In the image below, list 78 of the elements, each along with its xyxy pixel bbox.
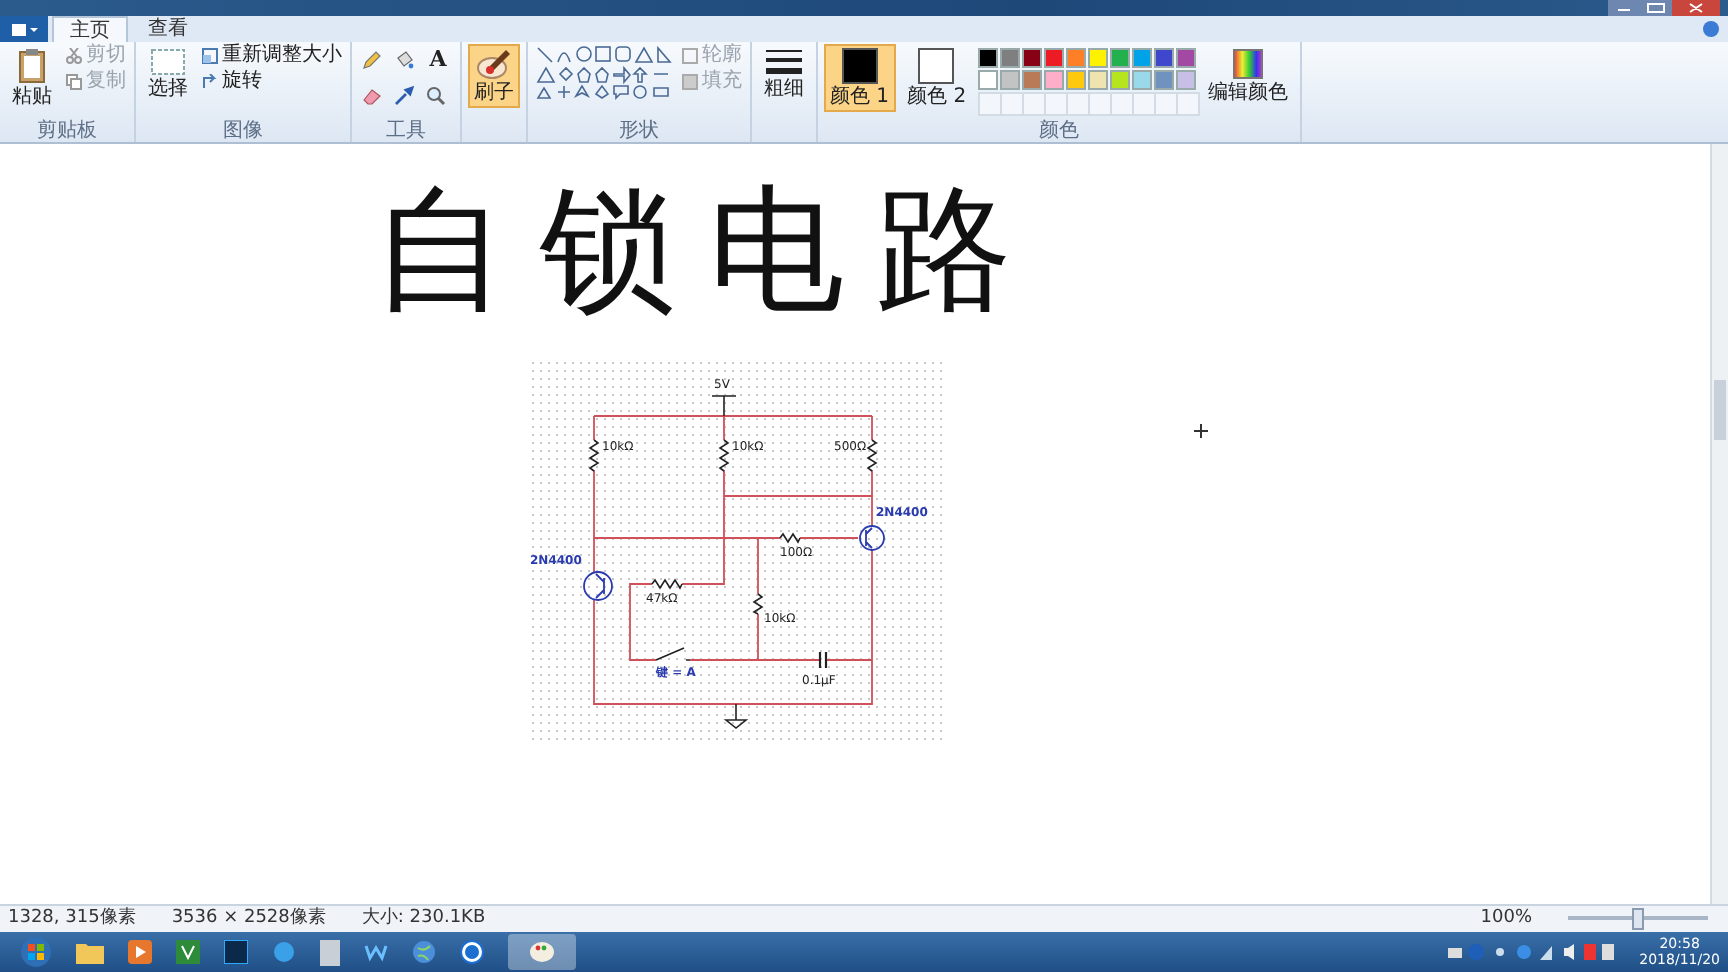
- clipboard-icon: [18, 48, 46, 84]
- document-icon[interactable]: [320, 939, 340, 965]
- fill-icon: [682, 74, 698, 90]
- color-swatch[interactable]: [1132, 70, 1153, 90]
- paste-button[interactable]: 粘贴: [6, 44, 58, 112]
- color-swatch[interactable]: [1022, 48, 1043, 68]
- color-slot-button[interactable]: 颜色 1: [824, 44, 896, 112]
- text-tool-button[interactable]: A: [426, 50, 450, 70]
- eraser-icon[interactable]: [362, 86, 382, 106]
- crosshair-cursor-icon: [1194, 424, 1208, 438]
- app-icon[interactable]: [460, 940, 484, 964]
- file-menu-button[interactable]: [0, 16, 48, 42]
- outline-icon: [682, 48, 698, 64]
- brush-icon: [476, 48, 512, 80]
- menu-icon: [10, 21, 38, 37]
- edit-colors-button[interactable]: 编辑颜色: [1202, 44, 1295, 108]
- app-icon[interactable]: [364, 940, 388, 964]
- color-swatch[interactable]: [1154, 70, 1175, 90]
- scissors-icon: [66, 48, 82, 64]
- pencil-icon[interactable]: [362, 50, 382, 70]
- color-swatch[interactable]: [1000, 48, 1021, 68]
- file-size: 大小: 230.1KB: [361, 908, 486, 930]
- color-swatch[interactable]: [1000, 70, 1021, 90]
- media-player-icon[interactable]: [128, 940, 152, 964]
- color-swatch[interactable]: [1176, 70, 1197, 90]
- group-label: 剪贴板: [35, 120, 99, 142]
- color-swatch[interactable]: [1088, 70, 1109, 90]
- color-swatch[interactable]: [1044, 70, 1065, 90]
- group-label: 颜色: [1037, 120, 1082, 142]
- photo-editor-icon[interactable]: [224, 940, 248, 964]
- folder-icon[interactable]: [76, 940, 104, 964]
- color-swatch[interactable]: [1154, 48, 1175, 68]
- color-swatch[interactable]: [978, 48, 999, 68]
- resize-icon: [202, 48, 218, 64]
- color-swatch[interactable]: [1066, 48, 1087, 68]
- paint-palette-icon: [528, 940, 556, 964]
- rotate-button[interactable]: 旋转: [200, 70, 344, 94]
- color-swatch[interactable]: [1044, 48, 1065, 68]
- rotate-icon: [202, 74, 218, 90]
- color-swatch[interactable]: [1110, 48, 1131, 68]
- color-swatch[interactable]: [1110, 70, 1131, 90]
- color-picker-icon[interactable]: [394, 86, 414, 106]
- ribbon-tab[interactable]: 主页: [52, 16, 128, 42]
- vertical-scrollbar[interactable]: [1710, 144, 1728, 904]
- ribbon-tab[interactable]: 查看: [132, 16, 204, 42]
- resize-button[interactable]: 重新调整大小: [200, 44, 344, 68]
- window-controls-icon[interactable]: [1608, 0, 1720, 16]
- copy-icon: [66, 74, 82, 90]
- color-swatch[interactable]: [1066, 70, 1087, 90]
- rainbow-palette-icon: [1232, 48, 1265, 80]
- zoom-slider-thumb[interactable]: [1632, 908, 1644, 930]
- magnifier-icon[interactable]: [426, 86, 446, 106]
- system-tray-icons[interactable]: [1447, 942, 1616, 962]
- color-swatch[interactable]: [1132, 48, 1153, 68]
- globe-icon[interactable]: [412, 940, 436, 964]
- color-slot-button[interactable]: 颜色 2: [901, 44, 973, 112]
- line-width-icon: [766, 48, 802, 76]
- paint-taskbar-button[interactable]: [508, 934, 576, 970]
- brushes-button[interactable]: 刷子: [468, 44, 520, 108]
- app-icon[interactable]: [176, 940, 200, 964]
- fill-bucket-icon[interactable]: [394, 50, 414, 70]
- selection-rectangle-icon: [150, 48, 186, 76]
- color-swatch[interactable]: [1176, 48, 1197, 68]
- start-button-icon[interactable]: [20, 936, 52, 968]
- shapes-gallery-drawing[interactable]: [534, 44, 674, 104]
- color-swatch[interactable]: [978, 70, 999, 90]
- image-dimensions: 3536 × 2528像素: [171, 908, 326, 930]
- group-label: 图像: [221, 120, 265, 142]
- size-button[interactable]: 粗细: [758, 44, 810, 104]
- zoom-level: 100%: [1480, 908, 1532, 930]
- help-icon[interactable]: [1702, 20, 1720, 38]
- handwritten-title: 自锁电路: [372, 172, 1044, 332]
- select-button[interactable]: 选择: [142, 44, 194, 104]
- group-label: 工具: [384, 120, 428, 142]
- group-label: 形状: [617, 120, 661, 142]
- color-swatch[interactable]: [1022, 70, 1043, 90]
- color-swatch[interactable]: [1088, 48, 1109, 68]
- cursor-position: 1328, 315像素: [8, 908, 136, 930]
